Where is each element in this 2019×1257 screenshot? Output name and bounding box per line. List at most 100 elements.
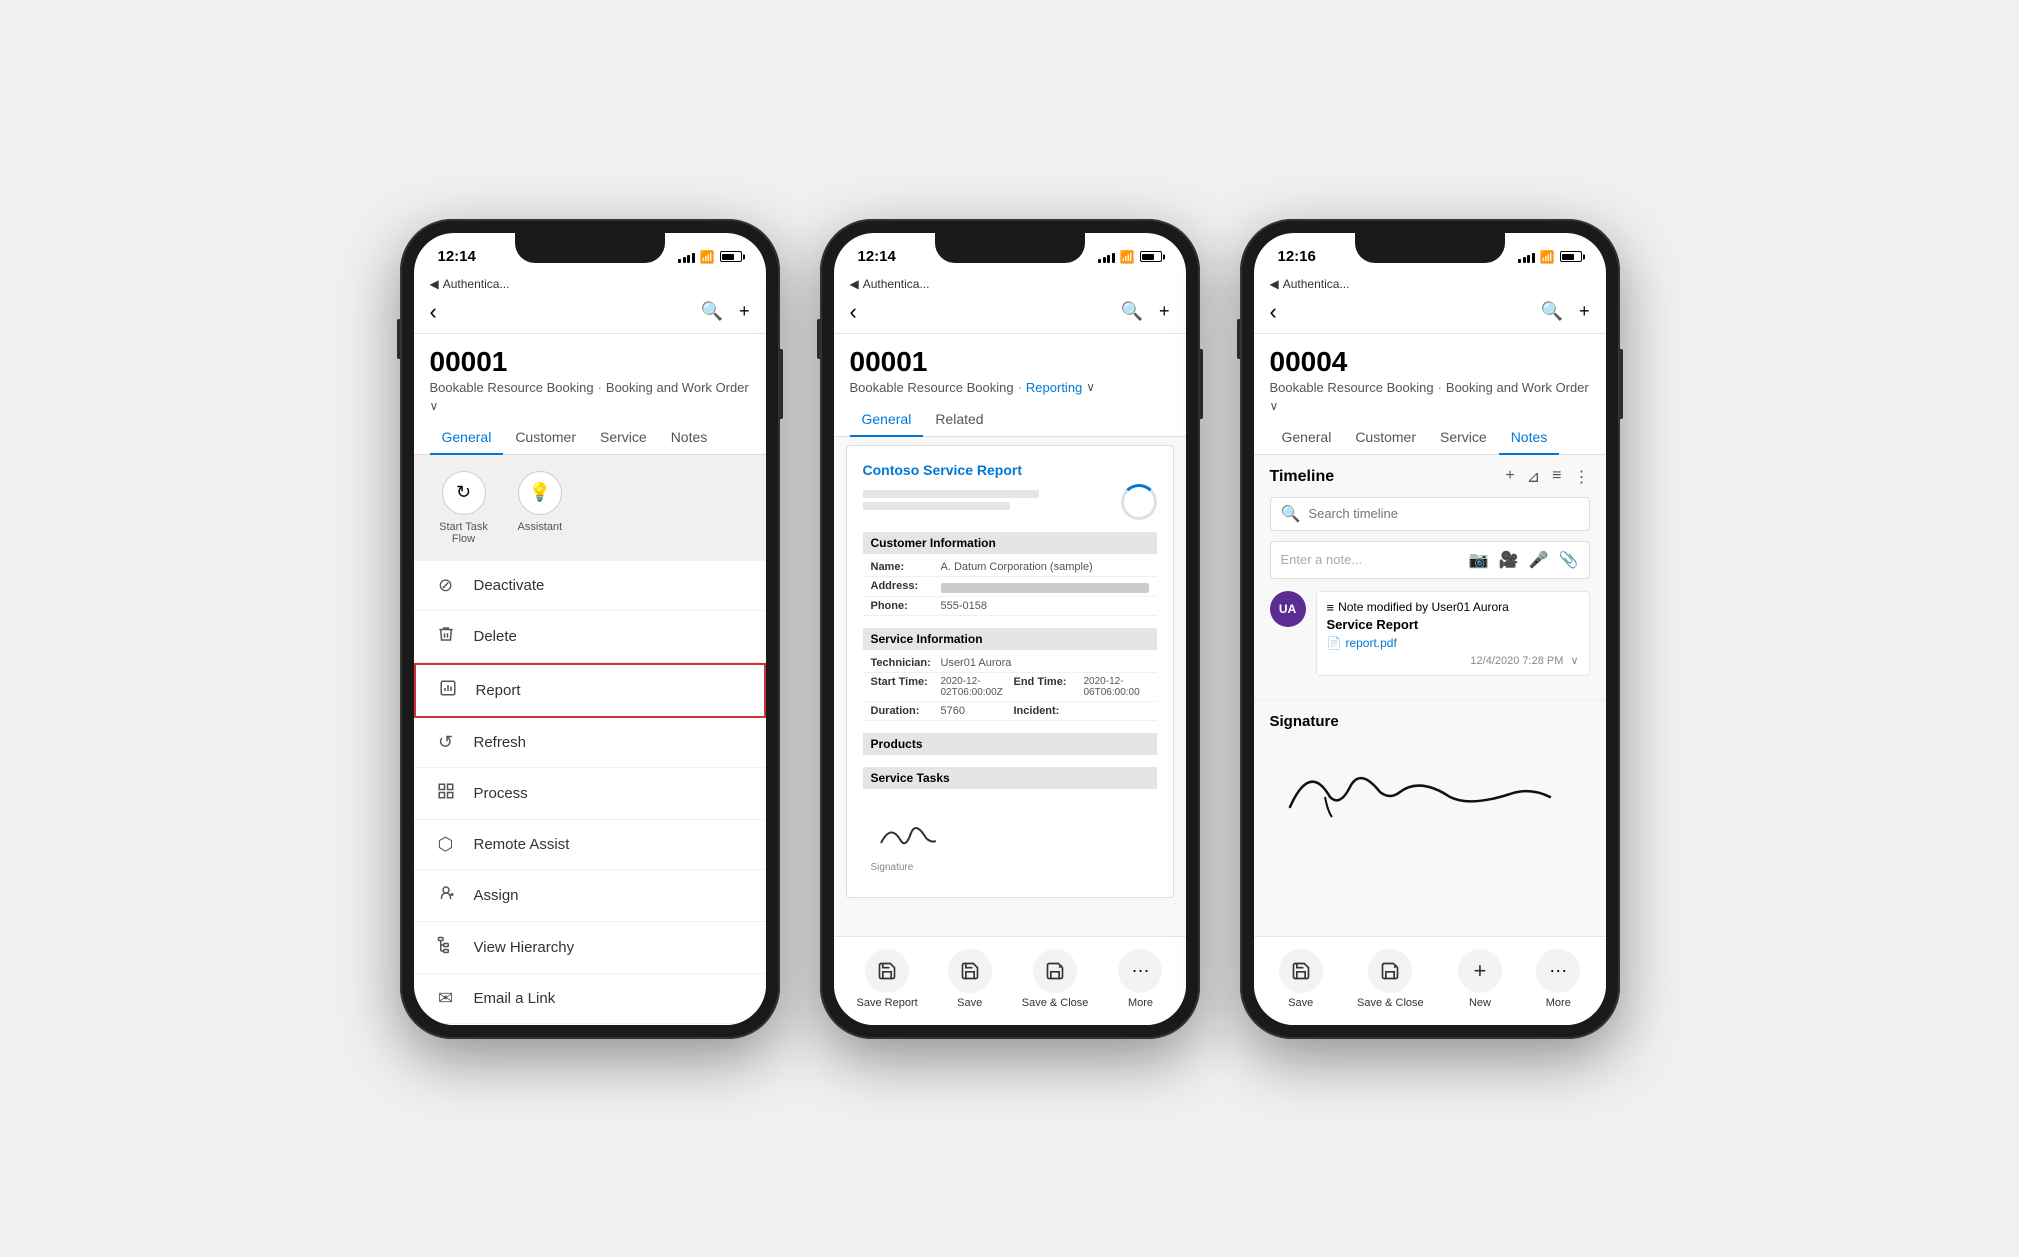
note-type-icon: ≡ xyxy=(1327,600,1335,615)
add-icon-1[interactable]: + xyxy=(739,301,750,322)
save-button-3[interactable]: Save xyxy=(1279,949,1323,1009)
refresh-icon: ↺ xyxy=(434,732,458,753)
camera-icon[interactable]: 📷 xyxy=(1469,550,1489,570)
expand-icon[interactable]: ∨ xyxy=(1570,655,1578,667)
record-subtitle-2: Bookable Resource Booking · Reporting ∨ xyxy=(850,380,1170,395)
tab-general-3[interactable]: General xyxy=(1270,421,1344,455)
record-subtitle-1: Bookable Resource Booking · Booking and … xyxy=(430,380,750,413)
back-indicator-2: ◀ xyxy=(850,277,859,291)
start-task-flow-action[interactable]: ↻ Start Task Flow xyxy=(434,471,494,545)
note-timestamp-1: 12/4/2020 7:28 PM ∨ xyxy=(1327,654,1579,667)
service-section-header: Service Information xyxy=(863,628,1157,650)
assistant-action[interactable]: 💡 Assistant xyxy=(518,471,563,545)
record-number-1: 00001 xyxy=(430,346,750,378)
wifi-icon-2: 📶 xyxy=(1120,250,1135,264)
signature-section: Signature xyxy=(1254,700,1606,854)
service-tasks-section: Service Tasks xyxy=(863,767,1157,789)
menu-delete[interactable]: Delete xyxy=(414,611,766,663)
new-icon-3: + xyxy=(1458,949,1502,993)
carrier-3: Authentica... xyxy=(1283,277,1350,291)
subtitle-chevron-1[interactable]: ∨ xyxy=(430,399,439,413)
loading-indicator xyxy=(1121,484,1157,520)
add-icon-2[interactable]: + xyxy=(1159,301,1170,322)
save-report-button[interactable]: Save Report xyxy=(857,949,918,1009)
menu-assign[interactable]: Assign xyxy=(414,870,766,922)
tab-customer-1[interactable]: Customer xyxy=(503,421,588,455)
more-button-2[interactable]: ··· More xyxy=(1118,949,1162,1009)
timeline-search-input[interactable] xyxy=(1308,506,1578,521)
tabs-bar-3: General Customer Service Notes xyxy=(1254,421,1606,455)
email-link-label: Email a Link xyxy=(474,990,556,1007)
add-icon-3[interactable]: + xyxy=(1579,301,1590,322)
more-icon-3: ··· xyxy=(1536,949,1580,993)
back-button-2[interactable]: ‹ xyxy=(850,299,857,325)
signal-icon-3 xyxy=(1518,251,1535,263)
tab-related-2[interactable]: Related xyxy=(923,403,995,437)
process-label: Process xyxy=(474,785,528,802)
tab-general-1[interactable]: General xyxy=(430,421,504,455)
note-header-row-1: ≡ Note modified by User01 Aurora xyxy=(1327,600,1579,615)
reporting-chevron[interactable]: ∨ xyxy=(1086,380,1095,394)
tab-notes-3[interactable]: Notes xyxy=(1499,421,1560,455)
timeline-list-icon[interactable]: ≡ xyxy=(1552,467,1561,487)
hierarchy-icon xyxy=(434,936,458,959)
tab-general-2[interactable]: General xyxy=(850,403,924,437)
blurred-line-2 xyxy=(863,502,1010,510)
menu-refresh[interactable]: ↺ Refresh xyxy=(414,718,766,768)
status-icons-1: 📶 xyxy=(678,250,741,264)
reporting-badge[interactable]: Reporting xyxy=(1026,380,1082,395)
save-close-button-3[interactable]: Save & Close xyxy=(1357,949,1424,1009)
report-time-row: Start Time: 2020-12-02T06:00:00Z End Tim… xyxy=(863,673,1157,702)
note-placeholder: Enter a note... xyxy=(1281,552,1469,567)
mic-icon[interactable]: 🎤 xyxy=(1529,550,1549,570)
timeline-search-box[interactable]: 🔍 xyxy=(1270,497,1590,531)
back-button-3[interactable]: ‹ xyxy=(1270,299,1277,325)
more-button-3[interactable]: ··· More xyxy=(1536,949,1580,1009)
delete-label: Delete xyxy=(474,628,517,645)
save-icon-2 xyxy=(948,949,992,993)
wifi-icon-3: 📶 xyxy=(1540,250,1555,264)
signal-icon-1 xyxy=(678,251,695,263)
timeline-add-icon[interactable]: + xyxy=(1505,467,1514,487)
new-button-3[interactable]: + New xyxy=(1458,949,1502,1009)
notch-3 xyxy=(1355,233,1505,263)
tab-notes-1[interactable]: Notes xyxy=(659,421,720,455)
battery-icon-2 xyxy=(1140,251,1162,262)
menu-flow[interactable]: » Flow xyxy=(414,1024,766,1025)
save-report-icon xyxy=(865,949,909,993)
menu-remote-assist[interactable]: ⬡ Remote Assist xyxy=(414,820,766,870)
signature-canvas xyxy=(1270,742,1590,842)
save-button-2[interactable]: Save xyxy=(948,949,992,1009)
menu-deactivate[interactable]: ⊘ Deactivate xyxy=(414,561,766,611)
subtitle-chevron-3[interactable]: ∨ xyxy=(1270,399,1279,413)
record-header-2: 00001 Bookable Resource Booking · Report… xyxy=(834,334,1186,403)
menu-process[interactable]: Process xyxy=(414,768,766,820)
status-icons-3: 📶 xyxy=(1518,250,1581,264)
timeline-title: Timeline xyxy=(1270,468,1335,486)
menu-email-link[interactable]: ✉ Email a Link xyxy=(414,974,766,1024)
note-item-1: UA ≡ Note modified by User01 Aurora Serv… xyxy=(1270,591,1590,676)
timeline-more-icon[interactable]: ⋮ xyxy=(1574,467,1590,487)
back-indicator-3: ◀ xyxy=(1270,277,1279,291)
attachment-icon[interactable]: 📎 xyxy=(1559,550,1579,570)
remote-assist-label: Remote Assist xyxy=(474,836,570,853)
back-button-1[interactable]: ‹ xyxy=(430,299,437,325)
save-close-icon-3 xyxy=(1368,949,1412,993)
menu-view-hierarchy[interactable]: View Hierarchy xyxy=(414,922,766,974)
video-icon[interactable]: 🎥 xyxy=(1499,550,1519,570)
tab-service-1[interactable]: Service xyxy=(588,421,659,455)
bottom-bar-2: Save Report Save Save & Close ··· Mo xyxy=(834,936,1186,1025)
search-icon-2[interactable]: 🔍 xyxy=(1121,301,1143,322)
note-input-row[interactable]: Enter a note... 📷 🎥 🎤 📎 xyxy=(1270,541,1590,579)
tab-customer-3[interactable]: Customer xyxy=(1343,421,1428,455)
status-icons-2: 📶 xyxy=(1098,250,1161,264)
menu-report[interactable]: Report xyxy=(414,663,766,718)
save-close-button-2[interactable]: Save & Close xyxy=(1022,949,1089,1009)
start-task-flow-icon: ↻ xyxy=(442,471,486,515)
note-link-1[interactable]: 📄 report.pdf xyxy=(1327,636,1579,650)
search-icon-3[interactable]: 🔍 xyxy=(1541,301,1563,322)
tabs-bar-1: General Customer Service Notes xyxy=(414,421,766,455)
tab-service-3[interactable]: Service xyxy=(1428,421,1499,455)
timeline-filter-icon[interactable]: ⊿ xyxy=(1527,467,1540,487)
search-icon-1[interactable]: 🔍 xyxy=(701,301,723,322)
